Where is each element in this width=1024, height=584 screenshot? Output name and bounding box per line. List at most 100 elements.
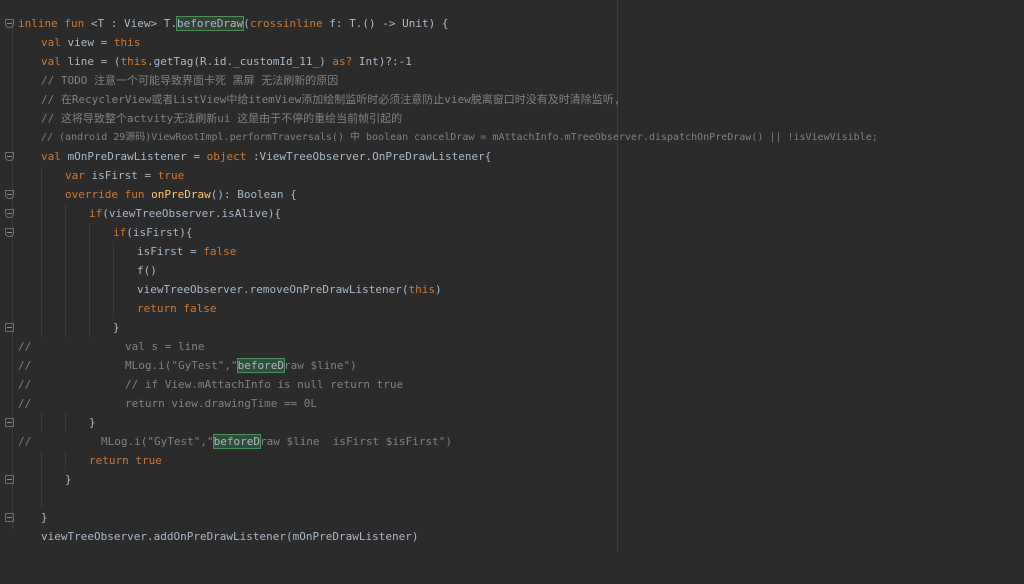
comment-marker: // <box>18 340 32 353</box>
indent-guide <box>41 242 42 261</box>
indent-guide <box>41 413 42 432</box>
fold-icon[interactable] <box>5 228 14 237</box>
fold-icon[interactable] <box>5 513 14 522</box>
fold-icon[interactable] <box>5 19 14 28</box>
code-text: (viewTreeObserver.isAlive){ <box>102 207 282 220</box>
fold-icon[interactable] <box>5 475 14 484</box>
code-text: f() <box>137 264 157 277</box>
code-line-9[interactable]: var isFirst = true <box>0 166 1024 185</box>
code-text: line = ( <box>67 55 121 68</box>
code-line-23[interactable]: // MLog.i("GyTest","beforeDraw $line isF… <box>0 432 1024 451</box>
keyword: this <box>113 36 141 49</box>
indent-guide <box>65 242 66 261</box>
code-text: ( <box>243 17 250 30</box>
code-text: } <box>41 511 48 524</box>
search-highlight: beforeD <box>212 434 261 449</box>
keyword: val <box>41 150 68 163</box>
comment: // 这将导致整个actvity无法刷新ui 这是由于不停的重绘当前帧引起的 <box>41 112 403 125</box>
code-text: view = <box>67 36 114 49</box>
comment-marker: // <box>18 378 32 391</box>
indent-guide <box>65 299 66 318</box>
comment: raw $line isFirst $isFirst") <box>259 435 453 448</box>
comment-marker: // <box>18 397 32 410</box>
code-line-8[interactable]: val mOnPreDrawListener = object :ViewTre… <box>0 147 1024 166</box>
indent-guide <box>41 166 42 185</box>
comment: raw $line") <box>283 359 357 372</box>
code-line-2[interactable]: val view = this <box>0 33 1024 52</box>
code-text: .getTag(R.id._customId_11_) <box>146 55 333 68</box>
comment: // 在RecyclerView或者ListView中给itemView添加绘制… <box>41 93 621 106</box>
code-line-1[interactable]: inline fun <T : View> T.beforeDraw(cross… <box>0 14 1024 33</box>
code-line-14[interactable]: f() <box>0 261 1024 280</box>
comment: // if View.mAttachInfo is null return tr… <box>125 378 404 391</box>
code-line-3[interactable]: val line = (this.getTag(R.id._customId_1… <box>0 52 1024 71</box>
code-line-11[interactable]: if(viewTreeObserver.isAlive){ <box>0 204 1024 223</box>
code-line-25[interactable]: } <box>0 470 1024 489</box>
code-text: viewTreeObserver.removeOnPreDrawListener… <box>137 283 409 296</box>
code-line-15[interactable]: viewTreeObserver.removeOnPreDrawListener… <box>0 280 1024 299</box>
indent-guide <box>41 280 42 299</box>
fold-icon[interactable] <box>5 190 14 199</box>
indent-guide <box>65 261 66 280</box>
code-text: mOnPreDrawListener = <box>67 150 207 163</box>
code-line-19[interactable]: // MLog.i("GyTest","beforeDraw $line") <box>0 356 1024 375</box>
indent-guide <box>41 261 42 280</box>
indent-guide <box>89 280 90 299</box>
keyword: val <box>41 36 68 49</box>
indent-guide <box>41 223 42 242</box>
code-editor[interactable]: inline fun <T : View> T.beforeDraw(cross… <box>0 0 1024 552</box>
indent-guide <box>89 299 90 318</box>
code-line-12[interactable]: if(isFirst){ <box>0 223 1024 242</box>
code-line-4[interactable]: // TODO 注意一个可能导致界面卡死 黑屏 无法刷新的原因 <box>0 71 1024 90</box>
indent-guide <box>65 451 66 470</box>
code-text: f: T.() -> Unit) { <box>329 17 449 30</box>
keyword: return true <box>89 454 162 467</box>
indent-guide <box>65 223 66 242</box>
indent-guide <box>113 299 114 318</box>
code-line-22[interactable]: } <box>0 413 1024 432</box>
indent-guide <box>41 299 42 318</box>
code-line-27[interactable]: } <box>0 508 1024 527</box>
keyword: true <box>157 169 185 182</box>
indent-guide <box>113 261 114 280</box>
function-name-highlight: beforeDraw <box>175 16 245 31</box>
fold-icon[interactable] <box>5 209 14 218</box>
indent-guide <box>65 204 66 223</box>
code-line-7[interactable]: // (android 29源码)ViewRootImpl.performTra… <box>0 128 1024 147</box>
code-text: isFirst = <box>137 245 204 258</box>
code-line-10[interactable]: override fun onPreDraw(): Boolean { <box>0 185 1024 204</box>
code-text: viewTreeObserver.addOnPreDrawListener(mO… <box>41 530 419 543</box>
code-line-26[interactable] <box>0 489 1024 508</box>
function-name: onPreDraw <box>151 188 211 201</box>
code-text: } <box>113 321 120 334</box>
keyword: override fun <box>65 188 152 201</box>
code-line-16[interactable]: return false <box>0 299 1024 318</box>
code-line-21[interactable]: // return view.drawingTime == 0L <box>0 394 1024 413</box>
indent-guide <box>41 318 42 337</box>
comment: // TODO 注意一个可能导致界面卡死 黑屏 无法刷新的原因 <box>41 74 339 87</box>
keyword: val <box>41 55 68 68</box>
code-line-20[interactable]: // // if View.mAttachInfo is null return… <box>0 375 1024 394</box>
code-line-18[interactable]: // val s = line <box>0 337 1024 356</box>
fold-icon[interactable] <box>5 323 14 332</box>
keyword: this <box>408 283 436 296</box>
code-line-5[interactable]: // 在RecyclerView或者ListView中给itemView添加绘制… <box>0 90 1024 109</box>
fold-icon[interactable] <box>5 152 14 161</box>
search-highlight: beforeD <box>236 358 285 373</box>
fold-icon[interactable] <box>5 418 14 427</box>
code-line-13[interactable]: isFirst = false <box>0 242 1024 261</box>
comment-marker: // <box>18 435 32 448</box>
comment: return view.drawingTime == 0L <box>125 397 318 410</box>
code-text: } <box>65 473 72 486</box>
keyword: object <box>206 150 253 163</box>
code-line-6[interactable]: // 这将导致整个actvity无法刷新ui 这是由于不停的重绘当前帧引起的 <box>0 109 1024 128</box>
code-line-28[interactable]: viewTreeObserver.addOnPreDrawListener(mO… <box>0 527 1024 546</box>
indent-guide <box>41 489 42 508</box>
code-line-24[interactable]: return true <box>0 451 1024 470</box>
indent-guide <box>89 318 90 337</box>
indent-guide <box>113 280 114 299</box>
keyword: if <box>89 207 103 220</box>
code-line-17[interactable]: } <box>0 318 1024 337</box>
comment: val s = line <box>125 340 205 353</box>
keyword: crossinline <box>249 17 330 30</box>
